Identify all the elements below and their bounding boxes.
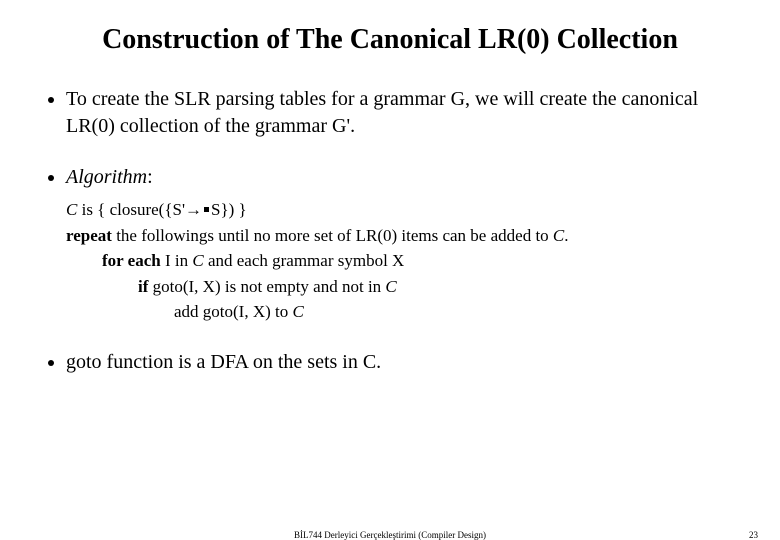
algorithm-colon: : xyxy=(147,166,153,188)
bullet-algorithm: Algorithm: C is { closure({S'→S}) } repe… xyxy=(66,164,750,325)
algorithm-body: C is { closure({S'→S}) } repeat the foll… xyxy=(66,197,750,325)
slide: Construction of The Canonical LR(0) Coll… xyxy=(0,0,780,376)
bullet-intro: To create the SLR parsing tables for a g… xyxy=(66,86,750,140)
algo-c-var: C xyxy=(66,200,77,219)
algo-line-3: for each I in C and each grammar symbol … xyxy=(66,248,750,274)
algo-line-2: repeat the followings until no more set … xyxy=(66,223,750,249)
algo-line-5: add goto(I, X) to C xyxy=(66,299,750,325)
dot-icon xyxy=(204,207,209,212)
footer-course: BİL744 Derleyici Gerçekleştirimi (Compil… xyxy=(294,530,486,540)
algo-line-4: if goto(I, X) is not empty and not in C xyxy=(66,274,750,300)
footer-page-number: 23 xyxy=(749,530,758,540)
algo-line-1: C is { closure({S'→S}) } xyxy=(66,197,750,223)
bullet-goto: goto function is a DFA on the sets in C. xyxy=(66,349,750,376)
bullet-list: To create the SLR parsing tables for a g… xyxy=(30,86,750,376)
algorithm-label: Algorithm xyxy=(66,166,147,188)
slide-title: Construction of The Canonical LR(0) Coll… xyxy=(30,24,750,56)
